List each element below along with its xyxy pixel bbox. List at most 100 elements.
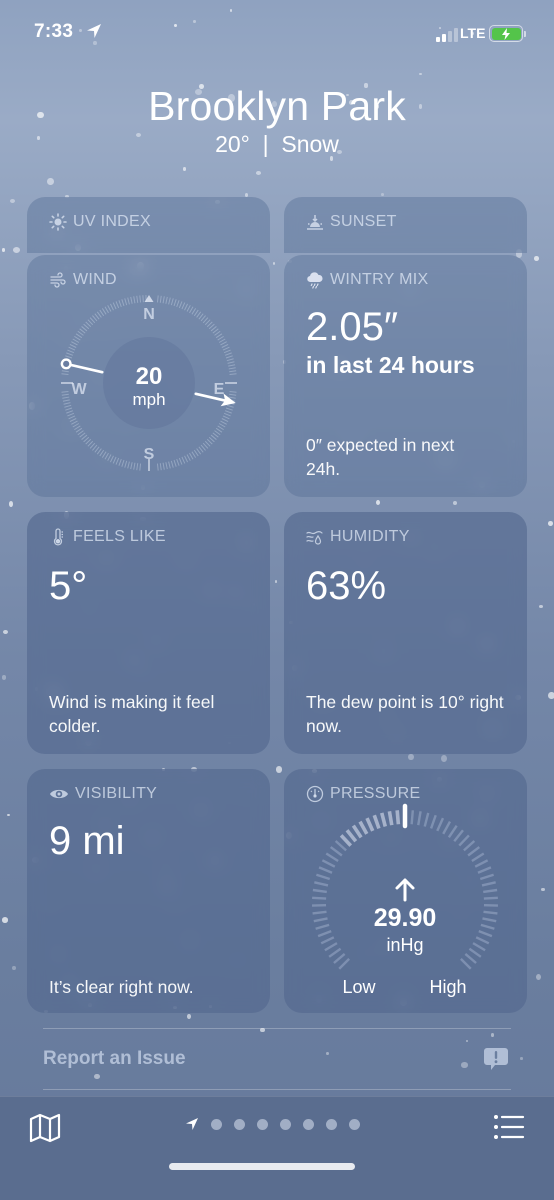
snowflake [548,692,554,700]
wintry-mix-period: in last 24 hours [306,352,475,378]
gauge-tick [329,846,343,857]
gauge-tick [320,936,335,945]
gauge-tick [365,817,375,832]
compass-tick [227,361,235,364]
page-dot[interactable] [303,1118,314,1130]
gauge-tick [372,814,381,830]
compass-tick [81,326,88,332]
compass-tick [94,446,100,453]
page-dot[interactable] [280,1118,291,1130]
compass-tick [99,309,105,317]
compass-tick [228,367,236,370]
map-icon[interactable] [29,1113,61,1143]
compass-tick [229,370,237,373]
report-bubble-icon[interactable] [483,1046,509,1072]
compass-tick [165,296,168,304]
compass-tick [66,352,74,356]
page-dot[interactable] [326,1118,337,1130]
compass-tick [67,349,75,354]
compass-tick [104,452,109,460]
wind-unit: mph [132,390,165,409]
report-issue-row[interactable]: Report an Issue [43,1028,511,1090]
compass-tick [77,430,84,436]
compass-tick [173,459,177,467]
compass-tick [162,462,165,470]
home-indicator[interactable] [169,1163,355,1170]
gauge-tick [480,923,495,930]
wintry-mix-card[interactable]: WINTRY MIX 2.05″ in last 24 hours 0″ exp… [284,255,527,497]
snowflake [1,247,6,252]
snowflake [375,499,381,506]
gauge-tick [333,953,346,964]
compass-tick [210,434,217,440]
feels-like-description: Wind is making it feel colder. [49,692,215,736]
compass-tick [115,301,120,309]
compass-tick [79,432,86,438]
arrow-up-icon [395,878,415,902]
wind-arrow-tail [64,362,104,374]
compass-tick [222,415,230,420]
compass-tick [202,317,209,324]
compass-tick [178,301,183,309]
compass-tick [200,315,206,322]
compass-tick [66,410,74,414]
compass-tick [68,415,76,420]
compass-label-e: E [214,381,225,398]
gauge-tick [312,896,327,900]
compass-tick [136,295,139,303]
snowflake [1,917,8,923]
location-page-icon[interactable] [185,1117,199,1131]
page-dot[interactable] [211,1118,222,1130]
compass-tick [212,432,219,438]
pressure-high-label: High [429,977,466,997]
compass-tick [217,425,224,431]
compass-tick [127,461,130,469]
compass-tick [77,330,84,336]
humidity-description: The dew point is 10° right now. [306,692,504,736]
compass-tick [83,436,90,443]
compass-tick [74,425,81,431]
compass-tick [198,313,204,320]
list-icon[interactable] [493,1114,525,1140]
compass-tick [75,333,83,339]
visibility-card[interactable]: VISIBILITY 9 mi It’s clear right now. [27,769,270,1013]
gauge-tick [410,810,415,825]
page-dot[interactable] [257,1118,268,1130]
page-indicator[interactable] [185,1117,360,1131]
compass-tick [178,457,183,465]
compass-tick [121,459,125,467]
wind-card[interactable]: WIND N S W E 20 mph [27,255,270,497]
gauge-tick [483,888,498,894]
compass-tick [61,370,69,373]
visibility-title: VISIBILITY [75,785,158,802]
compass-tick [225,355,233,359]
gauge-tick [351,824,363,839]
compass-tick [156,463,159,471]
gauge-tick [483,910,498,915]
sunset-card[interactable]: SUNSET [284,197,527,253]
cloud-rain-icon [307,272,323,289]
compass-tick [184,303,189,311]
compass-tick [168,297,171,305]
humidity-title: HUMIDITY [330,528,410,545]
visibility-value: 9 mi [49,819,125,863]
gauge-tick [463,840,476,852]
compass-tick [221,418,229,423]
compass-tick [222,346,230,351]
feels-like-card[interactable]: FEELS LIKE 5° Wind is making it feel col… [27,512,270,754]
status-bar: 7:33 LTE [0,0,554,60]
compass-tick [170,298,174,306]
pressure-card[interactable]: PRESSURE 29.90 inHg Low High [284,769,527,1013]
compass-tick [208,436,215,443]
compass-tick [176,300,180,308]
page-dot[interactable] [349,1118,360,1130]
compass-tick [89,317,96,324]
snowflake [407,753,414,761]
humidity-card[interactable]: HUMIDITY 63% The dew point is 10° right … [284,512,527,754]
compass-tick [181,302,186,310]
uv-index-card[interactable]: UV INDEX [27,197,270,253]
page-dot[interactable] [234,1118,245,1130]
snowflake [11,965,16,971]
compass-tick [65,407,73,411]
compass-tick [79,328,86,334]
